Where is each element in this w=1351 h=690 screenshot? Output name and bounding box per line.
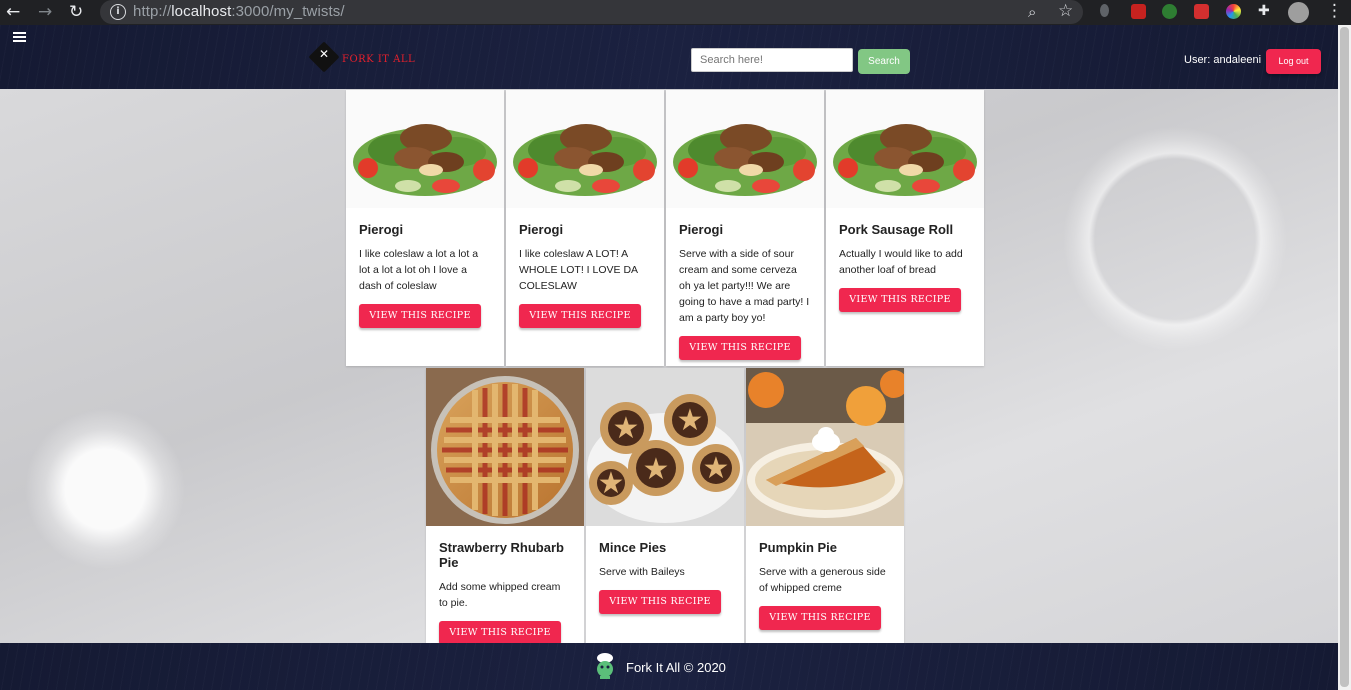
recipe-card: Pierogi I like coleslaw a lot a lot a lo…	[346, 90, 504, 366]
site-header	[0, 25, 1338, 89]
recipe-description: Serve with a side of sour cream and some…	[679, 248, 810, 324]
recipe-card: Pierogi Serve with a side of sour cream …	[666, 90, 824, 366]
info-icon[interactable]: i	[110, 4, 126, 20]
view-recipe-button[interactable]: VIEW THIS RECIPE	[679, 336, 801, 360]
view-recipe-button[interactable]: VIEW THIS RECIPE	[519, 304, 641, 328]
svg-text:★: ★	[677, 403, 704, 438]
recipe-title: Pumpkin Pie	[759, 540, 838, 555]
forward-arrow-icon[interactable]: →	[38, 2, 52, 22]
address-bar[interactable]: i http://localhost:3000/my_twists/ ⌕ ☆	[100, 0, 1083, 24]
svg-text:★: ★	[598, 466, 625, 501]
bookmark-star-icon[interactable]: ☆	[1058, 1, 1073, 21]
back-arrow-icon[interactable]: ←	[6, 2, 20, 22]
recipe-card: Strawberry Rhubarb Pie Add some whipped …	[426, 368, 584, 645]
tree-extension-icon[interactable]	[1162, 4, 1177, 19]
view-recipe-button[interactable]: VIEW THIS RECIPE	[839, 288, 961, 312]
search-input[interactable]	[691, 48, 853, 72]
pumpkin-pie-image	[746, 368, 904, 526]
svg-text:★: ★	[643, 452, 670, 487]
recipe-description: Serve with Baileys	[599, 566, 685, 578]
recipe-title: Pierogi	[359, 222, 404, 237]
recipe-description: I like coleslaw a lot a lot a lot a lot …	[359, 248, 479, 292]
recipe-title: Strawberry Rhubarb Pie	[439, 540, 564, 570]
recipe-card: Pork Sausage Roll Actually I would like …	[826, 90, 984, 366]
browser-menu-icon[interactable]: ⋮	[1326, 1, 1343, 21]
puzzle-extensions-icon[interactable]: ✚	[1258, 4, 1273, 19]
scrollbar-thumb[interactable]	[1340, 27, 1349, 687]
ublock-icon[interactable]	[1131, 4, 1146, 19]
beef-salad-image	[826, 90, 984, 208]
mince-pies-image: ★ ★★ ★★	[586, 368, 744, 526]
svg-text:★: ★	[703, 451, 730, 486]
svg-text:★: ★	[613, 411, 640, 446]
recipe-title: Pierogi	[519, 222, 564, 237]
url-text: http://localhost:3000/my_twists/	[133, 3, 345, 20]
page-scrollbar[interactable]	[1338, 25, 1351, 690]
red-extension-icon[interactable]	[1194, 4, 1209, 19]
beef-salad-image	[666, 90, 824, 208]
beef-salad-image	[506, 90, 664, 208]
view-recipe-button[interactable]: VIEW THIS RECIPE	[359, 304, 481, 328]
hamburger-menu-icon[interactable]	[13, 32, 26, 44]
browser-toolbar: ← → ↻ i http://localhost:3000/my_twists/…	[0, 0, 1351, 25]
extension-icon[interactable]	[1100, 4, 1109, 17]
beef-salad-image	[346, 90, 504, 208]
reload-icon[interactable]: ↻	[69, 2, 83, 22]
footer-copyright: Fork It All © 2020	[626, 660, 726, 675]
recipe-title: Pork Sausage Roll	[839, 222, 954, 237]
lattice-pie-image	[426, 368, 584, 526]
recipe-description: Serve with a generous side of whipped cr…	[759, 566, 886, 594]
recipe-title: Mince Pies	[599, 540, 667, 555]
chef-logo-icon	[597, 653, 613, 679]
logo-text[interactable]: FORK IT ALL	[342, 54, 415, 65]
recipe-description: Add some whipped cream to pie.	[439, 581, 561, 609]
logout-button[interactable]: Log out	[1266, 49, 1321, 74]
recipe-card: Pumpkin Pie Serve with a generous side o…	[746, 368, 904, 643]
user-label: User: andaleeni	[1184, 54, 1262, 66]
color-wheel-icon[interactable]	[1226, 4, 1241, 19]
search-button[interactable]: Search	[858, 49, 910, 74]
view-recipe-button[interactable]: VIEW THIS RECIPE	[439, 621, 561, 645]
view-recipe-button[interactable]: VIEW THIS RECIPE	[759, 606, 881, 630]
view-recipe-button[interactable]: VIEW THIS RECIPE	[599, 590, 721, 614]
recipe-description: I like coleslaw A LOT! A WHOLE LOT! I LO…	[519, 248, 638, 292]
recipe-card: Pierogi I like coleslaw A LOT! A WHOLE L…	[506, 90, 664, 366]
recipe-card: ★ ★ ★ ★ ★ Mince Pies Serve with Baileys VIEW…	[586, 368, 744, 643]
profile-avatar-icon[interactable]	[1288, 2, 1309, 23]
zoom-icon[interactable]: ⌕	[1028, 3, 1036, 21]
recipe-title: Pierogi	[679, 222, 724, 237]
recipe-description: Actually I would like to add another loa…	[839, 248, 963, 276]
